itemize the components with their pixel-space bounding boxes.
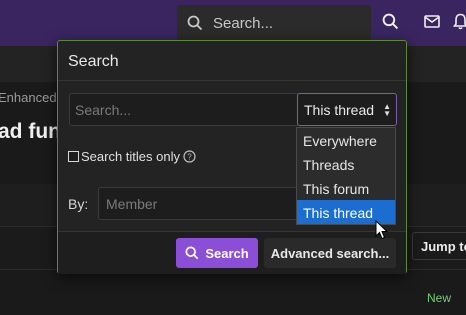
search-input[interactable]: Search... [69,93,298,126]
dropdown-option-everywhere[interactable]: Everywhere [297,128,395,152]
search-icon [187,15,203,31]
titles-only-label[interactable]: Search titles only [81,149,180,164]
dropdown-option-threads[interactable]: Threads [297,152,395,176]
scope-select-value: This thread [304,102,375,118]
search-icon [185,246,199,260]
titles-only-row: Search titles only ? [68,149,196,164]
search-button[interactable]: Search [176,238,258,268]
top-search-placeholder: Search... [213,14,274,32]
scope-select[interactable]: This thread ▲ ▼ [297,93,397,126]
help-icon[interactable]: ? [183,150,196,163]
dropdown-option-this-forum[interactable]: This forum [297,176,395,200]
bell-icon[interactable] [453,13,466,30]
popup-title: Search [58,41,406,81]
titles-only-checkbox[interactable] [68,151,79,162]
search-icon[interactable] [382,13,399,30]
select-arrows-icon: ▲ ▼ [383,102,391,118]
new-badge: New [427,291,452,305]
by-label: By: [68,196,89,212]
mouse-cursor-icon [375,220,389,240]
svg-text:?: ? [187,153,192,162]
advanced-search-button[interactable]: Advanced search... [264,238,396,268]
scope-dropdown-list: Everywhere Threads This forum This threa… [296,127,396,225]
jump-to-new-button[interactable]: Jump to new [412,232,466,260]
search-button-label: Search [205,245,249,261]
top-search-box[interactable]: Search... [177,5,371,41]
mail-icon[interactable] [424,15,440,28]
